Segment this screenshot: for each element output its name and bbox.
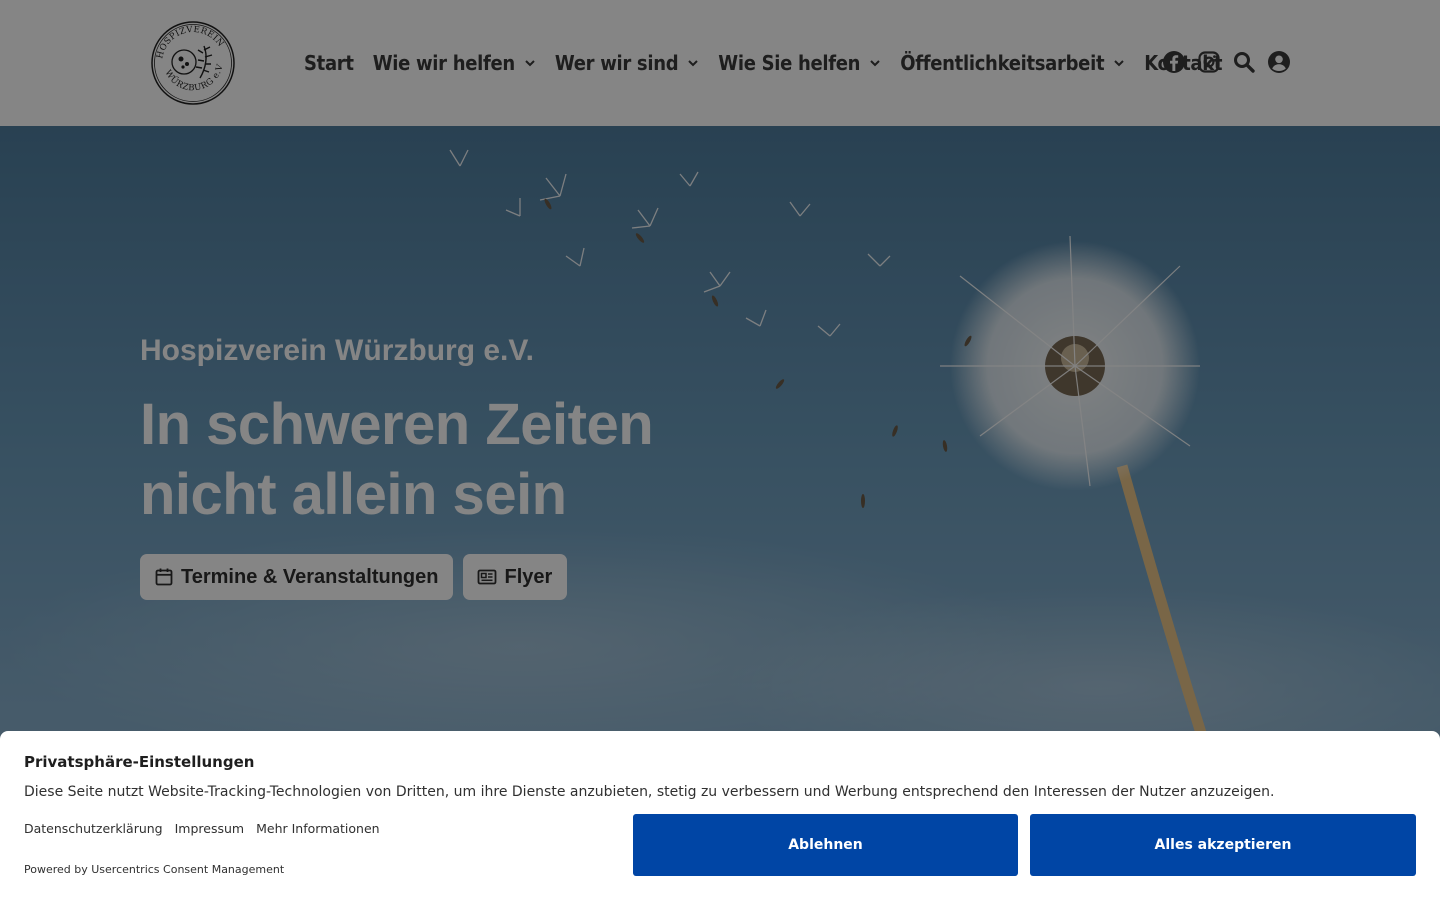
nav-label: Wer wir sind [554, 51, 679, 75]
consent-description: Diese Seite nutzt Website-Tracking-Techn… [24, 784, 1275, 800]
consent-links: Datenschutzerklärung Impressum Mehr Info… [24, 821, 380, 836]
chevron-down-icon [525, 60, 535, 67]
chevron-down-icon [688, 60, 699, 67]
nav-start[interactable]: Start [304, 51, 354, 75]
hero-buttons: Termine & Veranstaltungen Flyer [140, 554, 568, 600]
hospizverein-logo[interactable]: HOSPIZVEREIN WÜRZBURG e.V. [150, 20, 236, 106]
imprint-link[interactable]: Impressum [175, 821, 244, 836]
site-header: HOSPIZVEREIN WÜRZBURG e.V. Start Wie wir… [0, 0, 1440, 126]
powered-by-text: Powered by Usercentrics Consent Manageme… [24, 863, 285, 876]
chevron-down-icon [870, 60, 880, 67]
nav-wie-wir-helfen[interactable]: Wie wir helfen [373, 51, 536, 75]
flyer-button-label: Flyer [504, 565, 553, 588]
nav-wer-wir-sind[interactable]: Wer wir sind [555, 51, 699, 75]
accept-all-button[interactable]: Alles akzeptieren [1030, 814, 1416, 876]
instagram-icon[interactable] [1197, 50, 1221, 74]
svg-text:HOSPIZVEREIN: HOSPIZVEREIN [155, 25, 225, 60]
consent-title: Privatsphäre-Einstellungen [24, 753, 255, 771]
events-button[interactable]: Termine & Veranstaltungen [140, 554, 454, 600]
account-icon[interactable] [1267, 50, 1291, 74]
hero-title-line: nicht allein sein [140, 462, 567, 527]
chevron-down-icon [1114, 60, 1124, 67]
events-button-label: Termine & Veranstaltungen [181, 565, 439, 588]
nav-label: Wie wir helfen [372, 51, 516, 75]
nav-label: Öffentlichkeitsarbeit [900, 51, 1105, 75]
nav-wie-sie-helfen[interactable]: Wie Sie helfen [718, 51, 881, 75]
hero-title-line: In schweren Zeiten [140, 392, 654, 457]
newspaper-icon [478, 569, 497, 585]
main-navigation: Start Wie wir helfen Wer wir sind Wie Si… [304, 44, 1241, 82]
privacy-policy-link[interactable]: Datenschutzerklärung [24, 821, 163, 836]
nav-label: Wie Sie helfen [718, 51, 861, 75]
flyer-button[interactable]: Flyer [463, 554, 568, 600]
calendar-icon [155, 568, 173, 586]
nav-label: Start [304, 51, 354, 75]
nav-oeffentlichkeitsarbeit[interactable]: Öffentlichkeitsarbeit [900, 51, 1125, 75]
more-info-link[interactable]: Mehr Informationen [256, 821, 379, 836]
decline-button[interactable]: Ablehnen [633, 814, 1018, 876]
header-icon-bar [1162, 50, 1291, 74]
hero-subtitle: Hospizverein Würzburg e.V. [140, 334, 534, 367]
search-icon[interactable] [1232, 50, 1256, 74]
consent-banner: Privatsphäre-Einstellungen Diese Seite n… [0, 731, 1440, 900]
facebook-icon[interactable] [1162, 50, 1186, 74]
hero-title: In schweren Zeiten nicht allein sein [140, 390, 780, 530]
